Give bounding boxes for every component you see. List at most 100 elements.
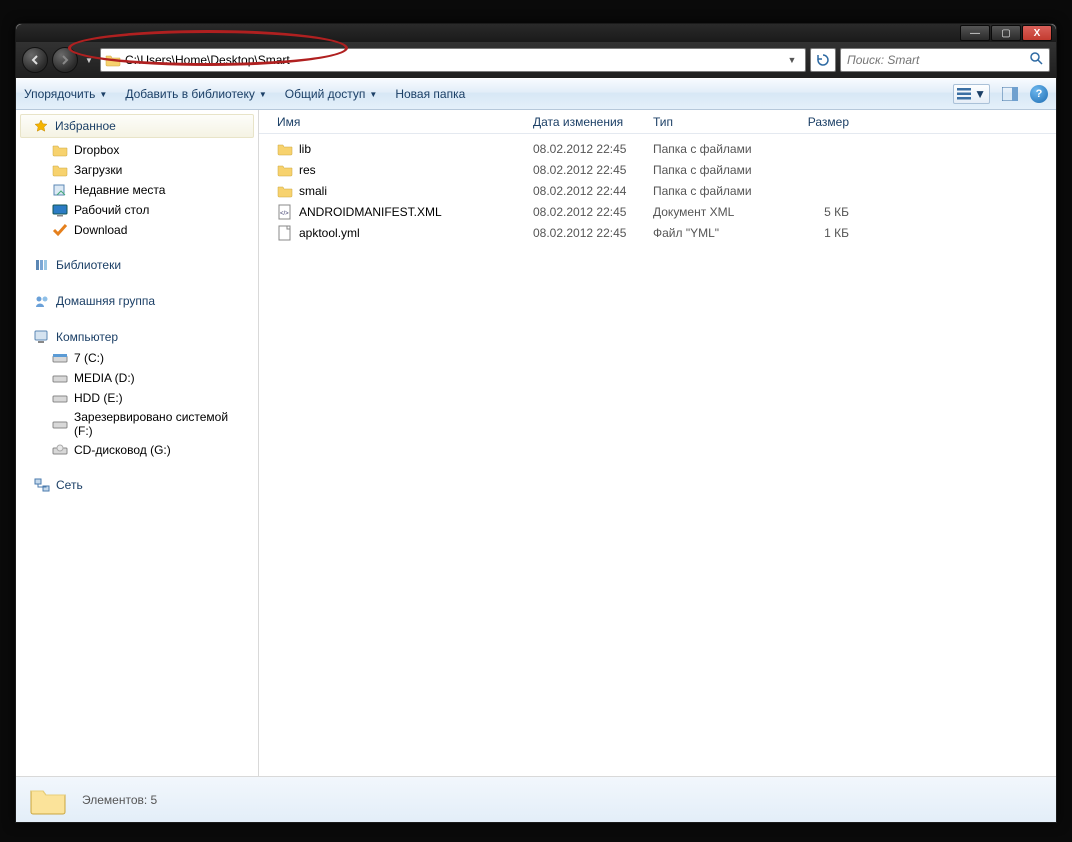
refresh-button[interactable] <box>810 48 836 72</box>
add-to-library-menu[interactable]: Добавить в библиотеку▼ <box>125 87 266 101</box>
folder-icon <box>277 183 293 199</box>
item-label: Недавние места <box>74 183 165 197</box>
toolbar: Упорядочить▼ Добавить в библиотеку▼ Общи… <box>16 78 1056 110</box>
file-name: lib <box>299 142 311 156</box>
file-row[interactable]: apktool.yml08.02.2012 22:45Файл "YML"1 К… <box>259 222 1056 243</box>
new-folder-button[interactable]: Новая папка <box>395 87 465 101</box>
libraries-label: Библиотеки <box>56 258 121 272</box>
item-label: MEDIA (D:) <box>74 371 135 385</box>
sidebar-item-downloads[interactable]: Загрузки <box>16 160 258 180</box>
file-type: Папка с файлами <box>653 184 789 198</box>
sidebar-item-drive-g[interactable]: CD-дисковод (G:) <box>16 440 258 460</box>
search-icon <box>1030 52 1043 68</box>
content-pane: Имя Дата изменения Тип Размер lib 08.02.2… <box>259 110 1056 776</box>
homegroup-icon <box>34 293 50 309</box>
file-date: 08.02.2012 22:45 <box>533 226 653 240</box>
file-size: 1 КБ <box>789 226 859 240</box>
address-bar[interactable]: C:\Users\Home\Desktop\Smart ▼ <box>100 48 806 72</box>
back-button[interactable] <box>22 47 48 73</box>
search-box[interactable] <box>840 48 1050 72</box>
network-label: Сеть <box>56 478 83 492</box>
file-date: 08.02.2012 22:45 <box>533 163 653 177</box>
nav-bar: ▼ C:\Users\Home\Desktop\Smart ▼ <box>16 42 1056 78</box>
file-date: 08.02.2012 22:45 <box>533 142 653 156</box>
computer-group: Компьютер 7 (C:) MEDIA (D:) HDD (E:) Зар… <box>16 326 258 460</box>
network-icon <box>34 477 50 493</box>
folder-icon <box>277 162 293 178</box>
check-icon <box>52 222 68 238</box>
computer-label: Компьютер <box>56 330 118 344</box>
sidebar-item-drive-f[interactable]: Зарезервировано системой (F:) <box>16 408 258 440</box>
preview-pane-button[interactable] <box>998 84 1022 104</box>
col-name[interactable]: Имя <box>277 115 533 129</box>
chevron-down-icon: ▼ <box>99 90 107 99</box>
status-count: 5 <box>151 793 158 807</box>
file-row[interactable]: res 08.02.2012 22:45Папка с файлами <box>259 159 1056 180</box>
maximize-button[interactable]: ▢ <box>991 25 1021 41</box>
item-label: Загрузки <box>74 163 122 177</box>
nav-history-dropdown[interactable]: ▼ <box>82 47 96 73</box>
minimize-button[interactable]: — <box>960 25 990 41</box>
file-row[interactable]: lib08.02.2012 22:45Папка с файлами <box>259 138 1056 159</box>
network-header[interactable]: Сеть <box>16 474 258 496</box>
file-icon <box>277 225 293 241</box>
window-buttons: — ▢ X <box>959 25 1052 41</box>
col-size[interactable]: Размер <box>789 115 859 129</box>
drive-icon <box>52 416 68 432</box>
item-label: Рабочий стол <box>74 203 149 217</box>
folder-icon <box>52 162 68 178</box>
folder-icon <box>28 782 68 818</box>
status-text: Элементов: 5 <box>82 793 157 807</box>
file-date: 08.02.2012 22:44 <box>533 184 653 198</box>
help-button[interactable]: ? <box>1030 85 1048 103</box>
sidebar-item-drive-e[interactable]: HDD (E:) <box>16 388 258 408</box>
col-type[interactable]: Тип <box>653 115 789 129</box>
network-group: Сеть <box>16 474 258 496</box>
file-type: Папка с файлами <box>653 163 789 177</box>
share-menu[interactable]: Общий доступ▼ <box>285 87 378 101</box>
drive-icon <box>52 350 68 366</box>
file-row[interactable]: </>ANDROIDMANIFEST.XML08.02.2012 22:45До… <box>259 201 1056 222</box>
file-name: res <box>299 163 316 177</box>
folder-icon <box>105 52 121 68</box>
drive-icon <box>52 390 68 406</box>
sidebar-item-desktop[interactable]: Рабочий стол <box>16 200 258 220</box>
sidebar-item-recent[interactable]: Недавние места <box>16 180 258 200</box>
libraries-icon <box>34 257 50 273</box>
toolbar-right: ▼ ? <box>953 84 1048 104</box>
file-name: smali <box>299 184 327 198</box>
favorites-header[interactable]: Избранное <box>20 114 254 138</box>
computer-header[interactable]: Компьютер <box>16 326 258 348</box>
add-library-label: Добавить в библиотеку <box>125 87 255 101</box>
sidebar-item-dropbox[interactable]: Dropbox <box>16 140 258 160</box>
col-date[interactable]: Дата изменения <box>533 115 653 129</box>
item-label: 7 (C:) <box>74 351 104 365</box>
item-label: CD-дисковод (G:) <box>74 443 171 457</box>
drive-icon <box>52 370 68 386</box>
libraries-header[interactable]: Библиотеки <box>16 254 258 276</box>
file-name: ANDROIDMANIFEST.XML <box>299 205 442 219</box>
libraries-group: Библиотеки <box>16 254 258 276</box>
organize-label: Упорядочить <box>24 87 95 101</box>
explorer-window: — ▢ X ▼ C:\Users\Home\Desktop\Smart ▼ <box>15 23 1057 823</box>
file-date: 08.02.2012 22:45 <box>533 205 653 219</box>
forward-button[interactable] <box>52 47 78 73</box>
favorites-label: Избранное <box>55 119 116 133</box>
search-input[interactable] <box>847 53 1017 67</box>
recent-icon <box>52 182 68 198</box>
address-dropdown-icon[interactable]: ▼ <box>783 55 801 65</box>
sidebar: Избранное Dropbox Загрузки Недавние мест… <box>16 110 259 776</box>
view-options-button[interactable]: ▼ <box>953 84 990 104</box>
close-button[interactable]: X <box>1022 25 1052 41</box>
homegroup-header[interactable]: Домашняя группа <box>16 290 258 312</box>
folder-icon <box>52 142 68 158</box>
organize-menu[interactable]: Упорядочить ▼ <box>24 87 107 101</box>
file-row[interactable]: smali 08.02.2012 22:44Папка с файлами <box>259 180 1056 201</box>
favorites-group: Избранное Dropbox Загрузки Недавние мест… <box>16 114 258 240</box>
folder-icon <box>277 141 293 157</box>
sidebar-item-download[interactable]: Download <box>16 220 258 240</box>
chevron-down-icon: ▼ <box>974 87 986 101</box>
file-type: Файл "YML" <box>653 226 789 240</box>
sidebar-item-drive-c[interactable]: 7 (C:) <box>16 348 258 368</box>
sidebar-item-drive-d[interactable]: MEDIA (D:) <box>16 368 258 388</box>
